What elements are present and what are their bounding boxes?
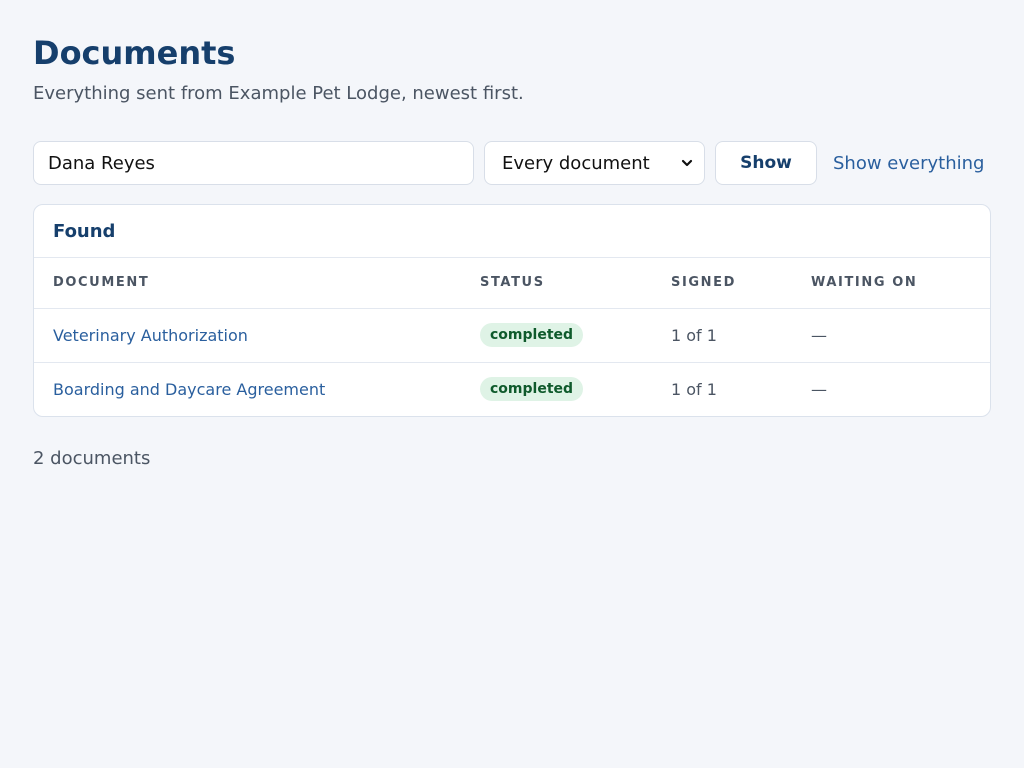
show-button[interactable]: Show bbox=[715, 141, 817, 185]
results-title: Found bbox=[34, 205, 990, 258]
signed-cell: 1 of 1 bbox=[671, 379, 717, 399]
results-table: Document Status Signed Waiting on Veteri… bbox=[34, 258, 990, 416]
waiting-on-cell: — bbox=[811, 379, 827, 399]
column-header-document: Document bbox=[34, 258, 461, 309]
table-header-row: Document Status Signed Waiting on bbox=[34, 258, 990, 309]
status-cell: completed bbox=[461, 308, 652, 363]
document-link[interactable]: Veterinary Authorization bbox=[53, 326, 248, 345]
search-input[interactable] bbox=[33, 141, 474, 185]
document-type-select[interactable]: Every document bbox=[484, 141, 705, 185]
chevron-down-icon bbox=[681, 159, 693, 167]
table-row: Boarding and Daycare Agreement completed… bbox=[34, 362, 990, 416]
page: Documents Everything sent from Example P… bbox=[0, 33, 1024, 469]
column-header-signed: Signed bbox=[652, 258, 792, 309]
status-cell: completed bbox=[461, 362, 652, 416]
filter-bar: Every document Show Show everything bbox=[33, 141, 991, 185]
signed-cell: 1 of 1 bbox=[652, 308, 792, 363]
status-badge: completed bbox=[480, 377, 584, 402]
document-type-selected: Every document bbox=[502, 152, 650, 174]
waiting-on-cell: — bbox=[792, 308, 990, 363]
page-title: Documents bbox=[33, 34, 236, 72]
document-cell: Boarding and Daycare Agreement bbox=[34, 362, 461, 416]
column-header-status: Status bbox=[461, 258, 652, 309]
column-header-waiting-on: Waiting on bbox=[792, 258, 990, 309]
document-count: 2 documents bbox=[33, 448, 151, 469]
results-card: Found Document Status Signed Waiting on … bbox=[33, 204, 991, 417]
document-cell: Veterinary Authorization bbox=[34, 308, 461, 363]
status-badge: completed bbox=[480, 323, 584, 347]
document-link[interactable]: Boarding and Daycare Agreement bbox=[53, 380, 325, 399]
show-everything-link[interactable]: Show everything bbox=[833, 153, 984, 174]
table-row: Veterinary Authorization completed 1 of … bbox=[34, 308, 990, 363]
page-subtitle: Everything sent from Example Pet Lodge, … bbox=[33, 83, 524, 104]
